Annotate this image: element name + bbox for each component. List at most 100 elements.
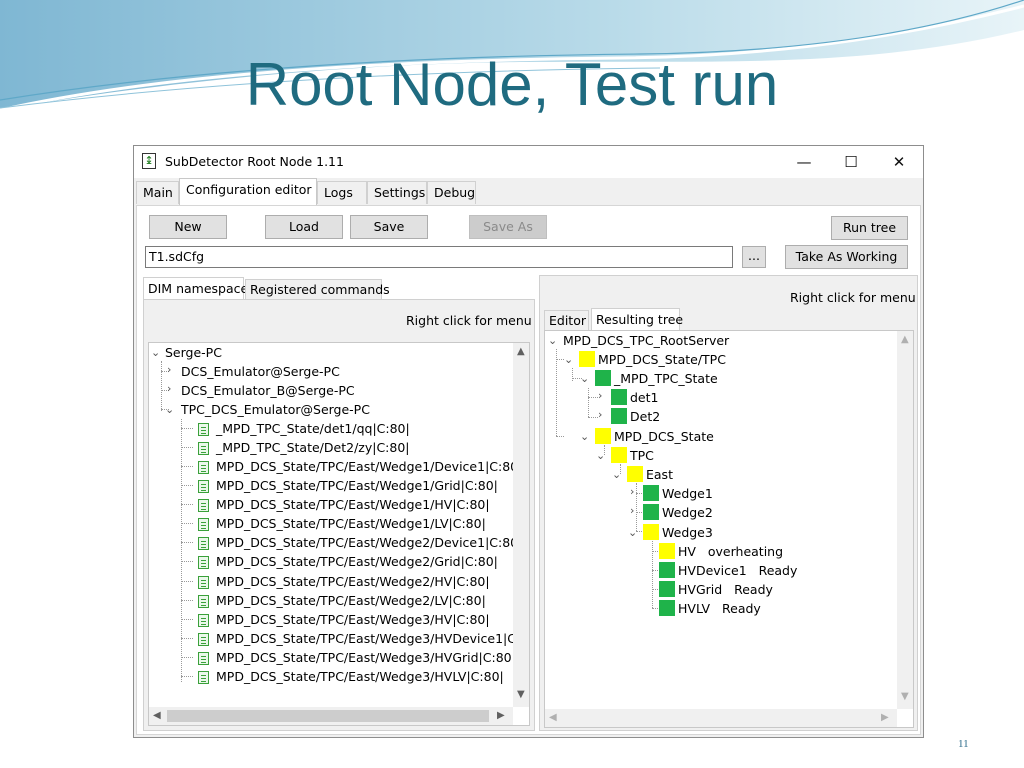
collapse-icon[interactable]: ⌄: [596, 449, 605, 462]
status-green-icon: [643, 485, 659, 501]
scroll-left-icon[interactable]: ◀: [153, 710, 161, 721]
tree-node[interactable]: Det2: [630, 407, 660, 426]
tab-dim-namespace[interactable]: DIM namespace: [143, 277, 248, 299]
tree-node-service[interactable]: MPD_DCS_State/TPC/East/Wedge2/HV|C:80|: [216, 572, 490, 591]
take-as-working-button[interactable]: Take As Working: [785, 245, 908, 269]
tree-node-server[interactable]: DCS_Emulator@Serge-PC: [181, 362, 340, 381]
status-yellow-icon: [579, 351, 595, 367]
browse-button[interactable]: ...: [742, 246, 766, 268]
status-green-icon: [659, 581, 675, 597]
tree-node-service[interactable]: MPD_DCS_State/TPC/East/Wedge2/Grid|C:80|: [216, 552, 498, 571]
tree-node[interactable]: TPC: [630, 446, 654, 465]
tree-node[interactable]: det1: [630, 388, 658, 407]
tree-node[interactable]: HVDevice1 Ready: [678, 561, 797, 580]
collapse-icon[interactable]: ⌄: [628, 526, 637, 539]
service-icon: [198, 595, 209, 608]
tree-node-service[interactable]: _MPD_TPC_State/Det2/zy|C:80|: [216, 438, 410, 457]
service-icon: [198, 461, 209, 474]
tab-main[interactable]: Main: [136, 181, 179, 204]
service-icon: [198, 499, 209, 512]
tree-node-service[interactable]: MPD_DCS_State/TPC/East/Wedge2/LV|C:80|: [216, 591, 486, 610]
scroll-down-icon[interactable]: ▼: [901, 691, 909, 702]
tree-node-service[interactable]: MPD_DCS_State/TPC/East/Wedge1/HV|C:80|: [216, 495, 490, 514]
tree-node-service[interactable]: MPD_DCS_State/TPC/East/Wedge1/LV|C:80|: [216, 514, 486, 533]
tree-node[interactable]: MPD_DCS_State/TPC: [598, 350, 726, 369]
tree-node[interactable]: HV overheating: [678, 542, 783, 561]
collapse-icon[interactable]: ⌄: [548, 334, 557, 347]
tree-node[interactable]: HVGrid Ready: [678, 580, 773, 599]
tree-node-service[interactable]: MPD_DCS_State/TPC/East/Wedge3/HVLV|C:80|: [216, 667, 504, 686]
scroll-right-icon[interactable]: ▶: [881, 712, 889, 723]
expand-icon[interactable]: ›: [167, 382, 171, 395]
app-window: ↨ SubDetector Root Node 1.11 — ☐ ✕ Main …: [133, 145, 924, 738]
tree-node[interactable]: Wedge2: [662, 503, 713, 522]
tree-node-service[interactable]: MPD_DCS_State/TPC/East/Wedge3/HVDevice1|…: [216, 629, 529, 648]
tree-node[interactable]: Wedge3: [662, 523, 713, 542]
status-yellow-icon: [643, 524, 659, 540]
tree-node[interactable]: HVLV Ready: [678, 599, 761, 618]
new-button[interactable]: New: [149, 215, 227, 239]
tree-node[interactable]: East: [646, 465, 673, 484]
service-icon: [198, 518, 209, 531]
horizontal-scrollbar[interactable]: ◀ ▶: [149, 707, 513, 725]
tree-node-service[interactable]: _MPD_TPC_State/det1/qq|C:80|: [216, 419, 410, 438]
status-green-icon: [595, 370, 611, 386]
resulting-tree[interactable]: ⌄ MPD_DCS_TPC_RootServer ⌄ MPD_DCS_State…: [544, 330, 914, 728]
save-as-button[interactable]: Save As: [469, 215, 547, 239]
status-green-icon: [643, 504, 659, 520]
tab-settings[interactable]: Settings: [367, 181, 427, 204]
tree-node[interactable]: _MPD_TPC_State: [614, 369, 718, 388]
service-icon: [198, 652, 209, 665]
scroll-right-icon[interactable]: ▶: [497, 710, 505, 721]
tree-node[interactable]: MPD_DCS_State: [614, 427, 714, 446]
collapse-icon[interactable]: ⌄: [564, 353, 573, 366]
scroll-left-icon[interactable]: ◀: [549, 712, 557, 723]
collapse-icon[interactable]: ⌄: [580, 430, 589, 443]
tree-node-service[interactable]: MPD_DCS_State/TPC/East/Wedge3/HV|C:80|: [216, 610, 490, 629]
maximize-button[interactable]: ☐: [831, 149, 871, 175]
tab-logs[interactable]: Logs: [317, 181, 367, 204]
expand-icon[interactable]: ›: [630, 485, 634, 498]
tree-node-server[interactable]: TPC_DCS_Emulator@Serge-PC: [181, 400, 370, 419]
title-bar: ↨ SubDetector Root Node 1.11 — ☐ ✕: [134, 146, 923, 178]
collapse-icon[interactable]: ⌄: [612, 468, 621, 481]
close-button[interactable]: ✕: [879, 149, 919, 175]
load-button[interactable]: Load: [265, 215, 343, 239]
dim-namespace-pane: Right click for menu ⌄ Serge-PC › DCS_Em…: [143, 299, 535, 731]
expand-icon[interactable]: ›: [598, 389, 602, 402]
expand-icon[interactable]: ›: [630, 504, 634, 517]
vertical-scrollbar[interactable]: ▲ ▼: [513, 343, 529, 707]
config-file-input[interactable]: T1.sdCfg: [145, 246, 733, 268]
collapse-icon[interactable]: ⌄: [165, 403, 174, 416]
scroll-up-icon[interactable]: ▲: [517, 346, 525, 357]
scroll-down-icon[interactable]: ▼: [517, 689, 525, 700]
minimize-button[interactable]: —: [784, 149, 824, 175]
collapse-icon[interactable]: ⌄: [580, 372, 589, 385]
tree-node-service[interactable]: MPD_DCS_State/TPC/East/Wedge1/Grid|C:80|: [216, 476, 498, 495]
horizontal-scrollbar[interactable]: ◀ ▶: [545, 709, 897, 727]
tree-node-service[interactable]: MPD_DCS_State/TPC/East/Wedge3/HVGrid|C:8…: [216, 648, 516, 667]
tree-node[interactable]: Wedge1: [662, 484, 713, 503]
dim-namespace-tree[interactable]: ⌄ Serge-PC › DCS_Emulator@Serge-PC › DCS…: [148, 342, 530, 726]
tab-editor[interactable]: Editor: [544, 310, 589, 330]
vertical-scrollbar[interactable]: ▲ ▼: [897, 331, 913, 709]
right-hint-label: Right click for menu: [790, 290, 916, 305]
tab-debug[interactable]: Debug: [427, 181, 476, 204]
expand-icon[interactable]: ›: [598, 408, 602, 421]
collapse-icon[interactable]: ⌄: [151, 346, 160, 359]
tab-resulting-tree[interactable]: Resulting tree: [591, 308, 683, 330]
tree-node-server[interactable]: DCS_Emulator_B@Serge-PC: [181, 381, 355, 400]
service-icon: [198, 633, 209, 646]
tree-node-service[interactable]: MPD_DCS_State/TPC/East/Wedge1/Device1|C:…: [216, 457, 522, 476]
expand-icon[interactable]: ›: [167, 363, 171, 376]
tree-node-root[interactable]: Serge-PC: [165, 343, 222, 362]
tab-registered-commands[interactable]: Registered commands: [245, 279, 390, 299]
scrollbar-thumb[interactable]: [167, 710, 489, 722]
scroll-up-icon[interactable]: ▲: [901, 334, 909, 345]
save-button[interactable]: Save: [350, 215, 428, 239]
tab-configuration-editor[interactable]: Configuration editor: [179, 178, 317, 205]
run-tree-button[interactable]: Run tree: [831, 216, 908, 240]
tree-node-service[interactable]: MPD_DCS_State/TPC/East/Wedge2/Device1|C:…: [216, 533, 522, 552]
tree-node-root[interactable]: MPD_DCS_TPC_RootServer: [563, 331, 729, 350]
status-yellow-icon: [595, 428, 611, 444]
